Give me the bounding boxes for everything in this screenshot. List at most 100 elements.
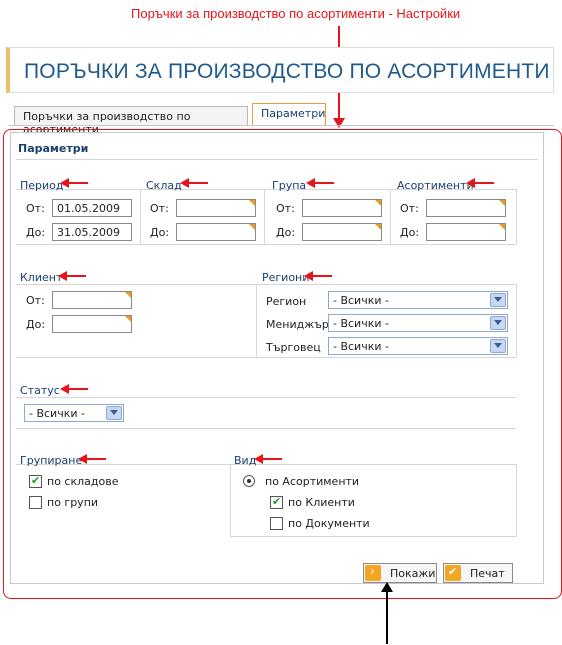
group-to-label: До: [276,226,296,239]
grouping-groups-checkbox[interactable] [29,496,42,509]
row1-divider-1 [140,189,141,244]
tab-orders[interactable]: Поръчки за производство по асортименти [14,106,248,136]
client-from-input[interactable] [52,291,132,309]
row1-divider-4 [516,189,517,244]
row2-divider [256,284,257,357]
trader-select-value: - Всички - [333,340,389,353]
period-to-label: До: [26,226,46,239]
manager-select-value: - Всички - [333,317,389,330]
status-label: Статус [20,384,60,397]
view-clients-label: по Клиенти [288,496,355,509]
row4-right-line [516,464,517,536]
print-button[interactable]: ✔ Печат [443,563,513,583]
warehouse-arrowhead [180,178,189,188]
row2-right-line [516,284,517,357]
region-select[interactable]: - Всички - [328,291,508,309]
assortments-from-input[interactable] [426,199,506,217]
status-bottom-line [16,428,516,429]
group-from-input[interactable] [302,199,382,217]
view-documents-checkbox[interactable] [270,517,283,530]
client-arrow-line [66,275,86,277]
row2-bottom-line [16,357,516,358]
row2-top-line [16,284,516,285]
print-button-label: Печат [470,567,505,580]
period-to-input[interactable]: 31.05.2009 [52,223,132,241]
grouping-groups-label: по групи [47,496,99,509]
grouping-warehouses-checkbox[interactable] [29,474,42,488]
regions-arrow-line [312,275,332,277]
manager-select[interactable]: - Всички - [328,314,508,332]
trader-label: Търговец [266,341,321,354]
region-label: Регион [266,295,307,308]
manager-label: Мениджър [266,318,329,331]
client-arrowhead [58,271,67,281]
panel-title-divider [16,159,538,160]
group-to-input[interactable] [302,223,382,241]
period-arrowhead [60,178,69,188]
assortments-to-label: До: [400,226,420,239]
view-arrow-line [262,458,282,460]
assortments-from-label: От: [400,202,419,215]
status-select-value: - Всички - [29,407,85,420]
region-select-value: - Всички - [333,294,389,307]
grouping-arrowhead [78,454,87,464]
warehouse-from-label: От: [150,202,169,215]
warehouse-label: Склад [146,179,182,192]
client-label: Клиент [20,271,63,284]
view-clients-checkbox[interactable] [270,495,283,509]
group-arrowhead [306,178,315,188]
status-select[interactable]: - Всички - [24,404,124,422]
grouping-label: Групиране [20,454,83,467]
show-button-label: Покажи [390,567,436,580]
period-arrow-line [68,182,88,184]
tab-divider [8,125,554,126]
view-documents-label: по Документи [288,517,370,530]
status-arrowhead [60,384,69,394]
row4-divider [230,464,231,536]
show-button[interactable]: › Покажи [363,563,437,583]
assortments-label: Асортименти [397,179,474,192]
assortments-to-input[interactable] [426,223,506,241]
warehouse-to-input[interactable] [176,223,256,241]
regions-arrowhead [304,271,313,281]
check-icon: ✔ [445,565,461,581]
period-label: Период [20,179,64,192]
client-to-input[interactable] [52,315,132,333]
regions-label: Региони [262,271,310,284]
row4-top-line [16,464,516,465]
client-to-label: До: [26,318,46,331]
panel-title: Параметри [18,142,89,155]
warehouse-arrow-line [188,182,208,184]
annotation-top-label: Поръчки за производство по асортименти -… [131,6,461,21]
page-title: ПОРЪЧКИ ЗА ПРОИЗВОДСТВО ПО АСОРТИМЕНТИ [24,60,550,83]
chevron-down-icon[interactable] [106,406,122,420]
group-label: Група [272,179,307,192]
period-from-input[interactable]: 01.05.2009 [52,199,132,217]
row1-divider-3 [390,189,391,244]
view-label: Вид [234,454,257,467]
client-from-label: От: [26,294,45,307]
row4-bottom-line [230,536,517,537]
status-top-line [16,397,516,398]
warehouse-from-input[interactable] [176,199,256,217]
grouping-arrow-line [86,458,106,460]
tab-parameters[interactable]: Параметри [252,103,326,126]
assortments-arrowhead [466,178,475,188]
warehouse-to-label: До: [150,226,170,239]
period-from-label: От: [26,202,45,215]
chevron-down-icon[interactable] [490,293,506,307]
annotation-bottom-line [386,590,388,644]
annotation-top-arrowhead [333,118,345,128]
row1-divider-2 [264,189,265,244]
chevron-down-icon[interactable] [490,316,506,330]
chevron-down-icon[interactable] [490,339,506,353]
view-arrowhead [254,454,263,464]
arrow-right-icon: › [365,564,381,581]
assortments-arrow-line [474,182,494,184]
grouping-warehouses-label: по складове [47,475,119,488]
view-assortments-radio[interactable] [243,475,255,487]
trader-select[interactable]: - Всички - [328,337,508,355]
status-arrow-line [68,388,88,390]
group-from-label: От: [276,202,295,215]
view-assortments-label: по Асортименти [265,475,360,488]
